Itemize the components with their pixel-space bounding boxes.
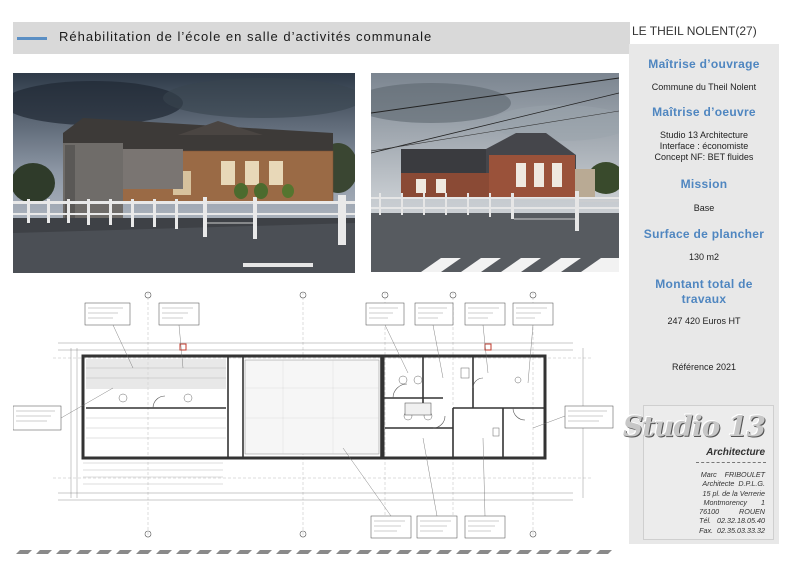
surface-title: Surface de plancher: [643, 227, 765, 241]
title-bar: Réhabilitation de l’école en salle d’act…: [13, 22, 630, 54]
address-line: 15 pl. de la Verrerie: [702, 488, 765, 498]
studio-logo-block: Studio 13 Architecture Marc FRIBOULET Ar…: [623, 405, 774, 540]
decorative-dash-strip: [16, 543, 620, 554]
maitrise-oeuvre-line: Concept NF: BET fluides: [654, 152, 754, 162]
montant-text: 247 420 Euros HT: [667, 316, 741, 326]
maitrise-oeuvre-title: Maîtrise d’oeuvre: [652, 105, 756, 119]
accent-line: [17, 37, 47, 40]
studio-brand: Studio 13: [622, 410, 766, 443]
mission-text: Base: [693, 203, 715, 213]
page-title: Réhabilitation de l’école en salle d’act…: [59, 29, 433, 44]
address-line: Montmorency 1: [703, 497, 765, 507]
address-line: Fax. 02.35.03.33.32: [699, 525, 765, 535]
mission-title: Mission: [680, 177, 728, 191]
studio-address: Marc FRIBOULET Architecte D.P.L.G. 15 pl…: [699, 470, 765, 535]
photo-existing-school: [371, 73, 619, 272]
location-label: LE THEIL NOLENT(27): [632, 24, 757, 38]
montant-title-line2: travaux: [681, 292, 727, 306]
address-line: Tél. 02.32.18.05.40: [699, 516, 765, 526]
montant-title-line1: Montant total de: [655, 277, 753, 291]
reference-text: Référence 2021: [671, 362, 737, 372]
address-line: 76100 ROUEN: [699, 507, 765, 517]
address-line: Marc FRIBOULET: [700, 470, 765, 479]
maitrise-ouvrage-title: Maîtrise d’ouvrage: [648, 57, 760, 71]
studio-subtitle: Architecture: [706, 447, 765, 458]
maitrise-oeuvre-line: Studio 13 Architecture: [659, 130, 749, 140]
floor-plan: [12, 288, 619, 541]
surface-text: 130 m2: [688, 252, 720, 262]
address-line: Architecte D.P.L.G.: [702, 479, 765, 489]
maitrise-oeuvre-line: Interface : économiste: [659, 141, 749, 151]
photo-after-renovation: [13, 73, 355, 273]
divider: [696, 462, 766, 463]
maitrise-ouvrage-text: Commune du Theil Nolent: [651, 82, 757, 92]
